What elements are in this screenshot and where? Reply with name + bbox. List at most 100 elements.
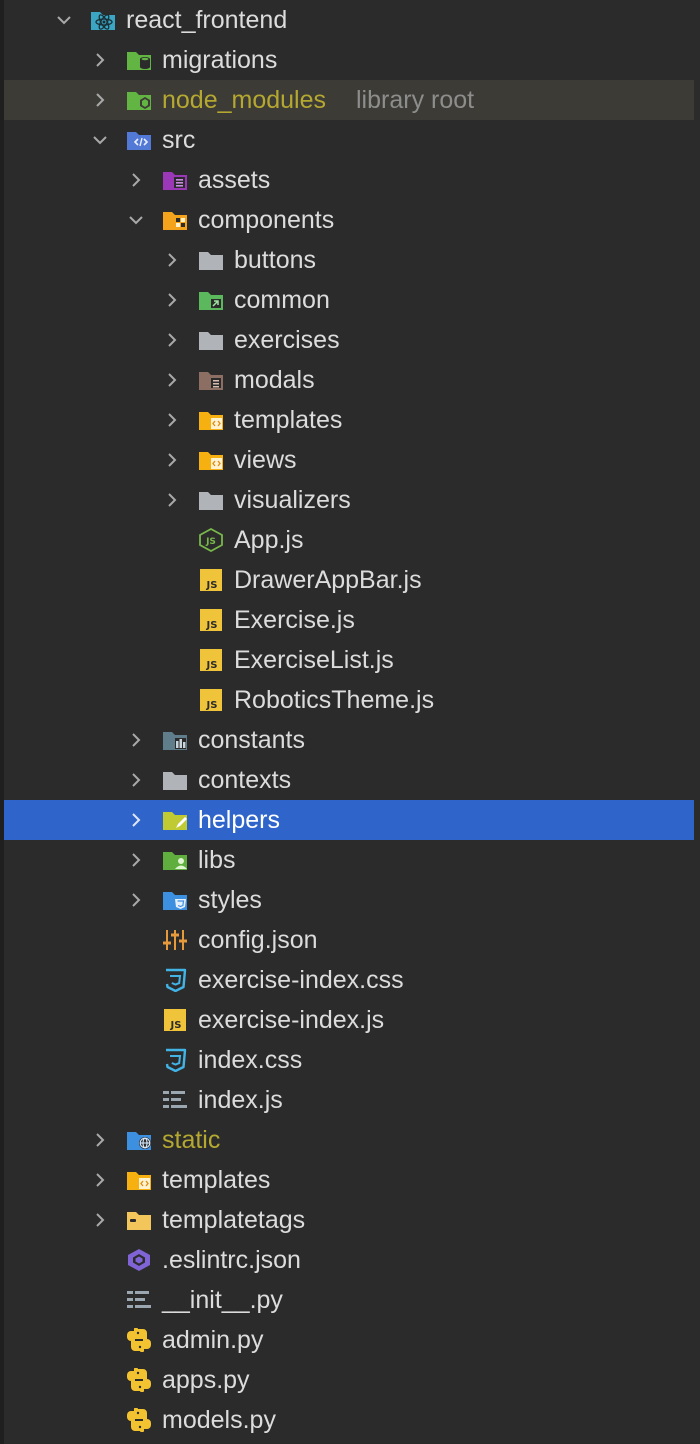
tree-row-config-json[interactable]: config.json xyxy=(0,920,700,960)
chevron-right-icon[interactable] xyxy=(164,492,180,508)
svg-text:JS: JS xyxy=(206,580,218,591)
tree-row-libs[interactable]: libs xyxy=(0,840,700,880)
tree-label: buttons xyxy=(234,246,317,274)
chevron-down-icon[interactable] xyxy=(128,212,144,228)
chevron-down-icon[interactable] xyxy=(92,132,108,148)
tree-row-templatetags[interactable]: templatetags xyxy=(0,1200,700,1240)
chevron-right-icon[interactable] xyxy=(164,292,180,308)
tree-row-styles[interactable]: styles xyxy=(0,880,700,920)
tree-row-drawerappbar-js[interactable]: JS DrawerAppBar.js xyxy=(0,560,700,600)
eslint-file-icon xyxy=(126,1248,152,1272)
tree-label: assets xyxy=(198,166,271,194)
tree-row-index-js[interactable]: index.js xyxy=(0,1080,700,1120)
tree-label: views xyxy=(234,446,297,474)
chevron-right-icon[interactable] xyxy=(92,52,108,68)
tree-row-roboticstheme-js[interactable]: JS RoboticsTheme.js xyxy=(0,680,700,720)
tree-row-static[interactable]: static xyxy=(0,1120,700,1160)
chevron-right-icon[interactable] xyxy=(92,1132,108,1148)
tree-label: src xyxy=(162,126,196,154)
chevron-right-icon[interactable] xyxy=(164,332,180,348)
tree-row-exercises[interactable]: exercises xyxy=(0,320,700,360)
tree-row-views[interactable]: views xyxy=(0,440,700,480)
chevron-right-icon[interactable] xyxy=(92,1212,108,1228)
tree-row-constants[interactable]: constants xyxy=(0,720,700,760)
tree-row-init-py[interactable]: __init__.py xyxy=(0,1280,700,1320)
tree-row-migrations[interactable]: migrations xyxy=(0,40,700,80)
tree-label: templates xyxy=(234,406,343,434)
python-file-icon xyxy=(126,1328,152,1352)
tree-row-exercise-index-css[interactable]: exercise-index.css xyxy=(0,960,700,1000)
text-lines-file-icon xyxy=(126,1288,152,1312)
css-file-icon xyxy=(162,968,188,992)
tree-row-components[interactable]: components xyxy=(0,200,700,240)
chevron-right-icon[interactable] xyxy=(128,852,144,868)
js-file-icon: JS xyxy=(198,648,224,672)
js-file-icon: JS xyxy=(198,688,224,712)
text-lines-file-icon xyxy=(162,1088,188,1112)
tree-row-helpers[interactable]: helpers xyxy=(4,800,694,840)
tree-row-src[interactable]: src xyxy=(0,120,700,160)
modals-folder-icon xyxy=(198,368,224,392)
chevron-right-icon[interactable] xyxy=(128,172,144,188)
chevron-right-icon[interactable] xyxy=(164,252,180,268)
chevron-right-icon[interactable] xyxy=(128,812,144,828)
chevron-right-icon[interactable] xyxy=(128,772,144,788)
js-file-icon: JS xyxy=(198,608,224,632)
python-file-icon xyxy=(126,1408,152,1432)
chevron-right-icon[interactable] xyxy=(164,372,180,388)
project-tree: react_frontend migrations node_modules l… xyxy=(0,0,700,1440)
tree-row-modals[interactable]: modals xyxy=(0,360,700,400)
svg-text:JS: JS xyxy=(205,537,216,547)
js-file-icon: JS xyxy=(162,1008,188,1032)
chevron-right-icon[interactable] xyxy=(92,92,108,108)
templates-folder-icon xyxy=(126,1168,152,1192)
source-folder-icon xyxy=(126,128,152,152)
tree-row-app-js[interactable]: JS App.js xyxy=(0,520,700,560)
tree-row-templates-components[interactable]: templates xyxy=(0,400,700,440)
tree-row-index-css[interactable]: index.css xyxy=(0,1040,700,1080)
nodejs-file-icon: JS xyxy=(198,528,224,552)
tree-row-common[interactable]: common xyxy=(0,280,700,320)
chevron-right-icon[interactable] xyxy=(164,412,180,428)
chevron-right-icon[interactable] xyxy=(92,1172,108,1188)
chevron-right-icon[interactable] xyxy=(128,732,144,748)
svg-text:JS: JS xyxy=(206,660,218,671)
css-file-icon xyxy=(162,1048,188,1072)
tree-row-buttons[interactable]: buttons xyxy=(0,240,700,280)
tree-row-apps-py[interactable]: apps.py xyxy=(0,1360,700,1400)
tree-label: modals xyxy=(234,366,315,394)
tree-row-admin-py[interactable]: admin.py xyxy=(0,1320,700,1360)
chevron-down-icon[interactable] xyxy=(56,12,72,28)
tree-label: App.js xyxy=(234,526,304,554)
migrations-folder-icon xyxy=(126,48,152,72)
tree-row-templates[interactable]: templates xyxy=(0,1160,700,1200)
tree-label: static xyxy=(162,1126,221,1154)
tree-label: exercise-index.css xyxy=(198,966,404,994)
tree-row-eslintrc[interactable]: .eslintrc.json xyxy=(0,1240,700,1280)
tree-label: helpers xyxy=(198,806,280,834)
templates-folder-icon xyxy=(198,408,224,432)
chevron-right-icon[interactable] xyxy=(164,452,180,468)
tree-label: visualizers xyxy=(234,486,351,514)
helpers-folder-icon xyxy=(162,808,188,832)
tree-label: ExerciseList.js xyxy=(234,646,394,674)
tree-row-assets[interactable]: assets xyxy=(0,160,700,200)
tree-row-exercise-js[interactable]: JS Exercise.js xyxy=(0,600,700,640)
assets-folder-icon xyxy=(162,168,188,192)
chevron-right-icon[interactable] xyxy=(128,892,144,908)
tree-label: __init__.py xyxy=(162,1286,283,1314)
tree-row-models-py[interactable]: models.py xyxy=(0,1400,700,1440)
libs-folder-icon xyxy=(162,848,188,872)
tree-label: DrawerAppBar.js xyxy=(234,566,422,594)
tree-row-contexts[interactable]: contexts xyxy=(0,760,700,800)
tree-row-exerciselist-js[interactable]: JS ExerciseList.js xyxy=(0,640,700,680)
tree-row-visualizers[interactable]: visualizers xyxy=(0,480,700,520)
tree-row-node-modules[interactable]: node_modules library root xyxy=(4,80,694,120)
tree-row-exercise-index-js[interactable]: JS exercise-index.js xyxy=(0,1000,700,1040)
tree-label: index.js xyxy=(198,1086,283,1114)
svg-text:JS: JS xyxy=(206,620,218,631)
settings-file-icon xyxy=(162,928,188,952)
tree-label: node_modules xyxy=(162,86,327,114)
folder-icon xyxy=(162,768,188,792)
tree-row-react-frontend[interactable]: react_frontend xyxy=(0,0,700,40)
